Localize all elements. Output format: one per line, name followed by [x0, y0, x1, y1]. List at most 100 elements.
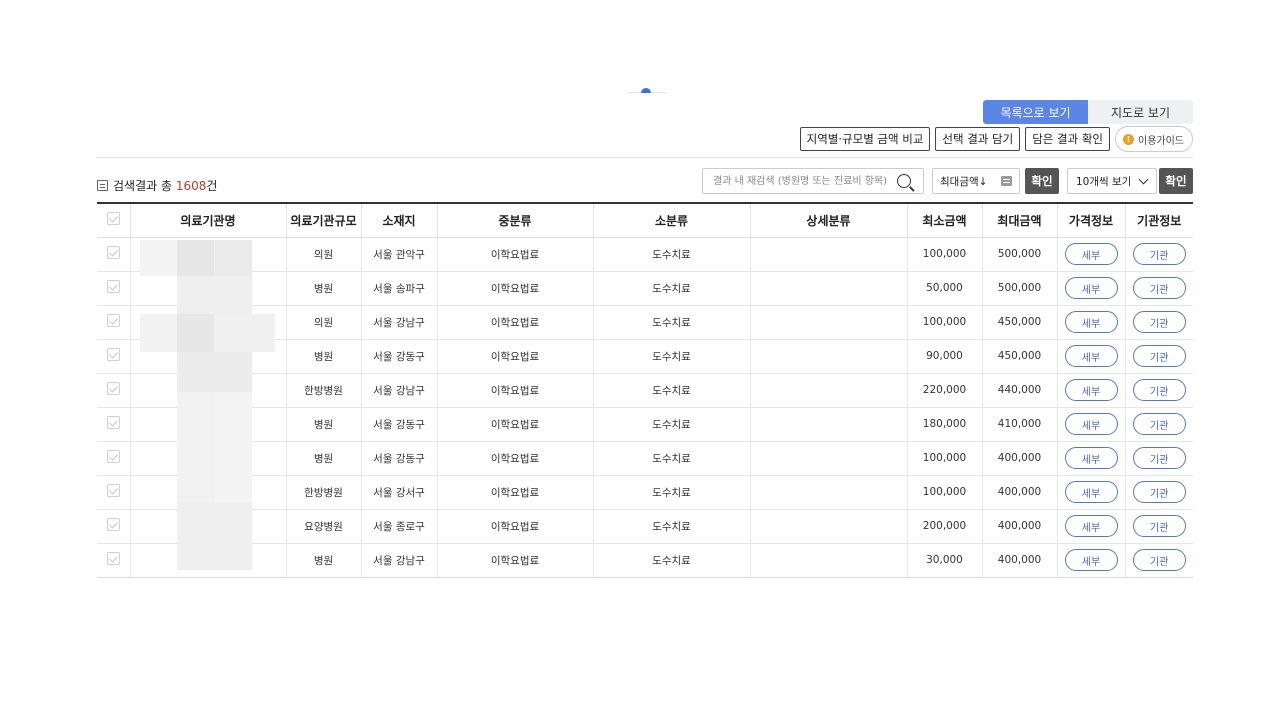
org-button[interactable]: 기관: [1132, 481, 1186, 503]
check-saved-button[interactable]: 담은 결과 확인: [1025, 127, 1110, 151]
row-checkbox[interactable]: [106, 518, 120, 531]
detail-button[interactable]: 세부: [1064, 481, 1118, 503]
guide-button[interactable]: ! 이용가이드: [1115, 126, 1193, 152]
info-icon: !: [1123, 133, 1134, 145]
org-button[interactable]: 기관: [1132, 379, 1186, 401]
cell-name[interactable]: [129, 271, 286, 306]
org-info-cell: 기관: [1124, 543, 1193, 578]
cell-name[interactable]: [129, 373, 286, 408]
detail-button[interactable]: 세부: [1064, 447, 1118, 469]
row-checkbox[interactable]: [106, 314, 120, 327]
row-checkbox-cell: [97, 373, 130, 408]
org-button[interactable]: 기관: [1132, 515, 1186, 537]
detail-button[interactable]: 세부: [1064, 277, 1118, 299]
cell-name[interactable]: [129, 407, 286, 442]
cell-sub: 도수치료: [592, 475, 750, 510]
price-info-cell: 세부: [1056, 373, 1125, 408]
cell-max: 400,000: [981, 543, 1057, 578]
sort-confirm-button[interactable]: 확인: [1025, 168, 1059, 194]
cell-mid: 이학요법료: [436, 339, 593, 374]
loading-dot-icon: [641, 88, 651, 93]
action-bar: 지역별·규모별 금액 비교 선택 결과 담기 담은 결과 확인 ! 이용가이드: [799, 126, 1193, 152]
cell-detail: [749, 305, 907, 340]
row-checkbox-cell: [97, 441, 130, 476]
cell-mid: 이학요법료: [436, 509, 593, 544]
save-selection-button[interactable]: 선택 결과 담기: [935, 127, 1021, 151]
row-checkbox[interactable]: [106, 450, 120, 463]
detail-button[interactable]: 세부: [1064, 515, 1118, 537]
cell-name[interactable]: [129, 475, 286, 510]
cell-name[interactable]: [129, 441, 286, 476]
cell-name[interactable]: [129, 509, 286, 544]
map-view-button[interactable]: 지도로 보기: [1088, 100, 1193, 124]
row-checkbox[interactable]: [106, 416, 120, 429]
sort-select[interactable]: 최대금액↓: [932, 168, 1020, 194]
cell-scale: 한방병원: [285, 373, 361, 408]
table-row: 병원 서울 강동구 이학요법료 도수치료 180,000 410,000 세부 기관: [97, 407, 1193, 442]
cell-location: 서울 송파구: [360, 271, 437, 306]
org-button[interactable]: 기관: [1132, 447, 1186, 469]
perpage-value: 10개씩 보기: [1076, 175, 1132, 188]
cell-scale: 병원: [285, 271, 361, 306]
org-button[interactable]: 기관: [1132, 413, 1186, 435]
cell-scale: 의원: [285, 305, 361, 340]
cell-sub: 도수치료: [592, 373, 750, 408]
cell-detail: [749, 271, 907, 306]
cell-detail: [749, 441, 907, 476]
org-info-cell: 기관: [1124, 509, 1193, 544]
detail-button[interactable]: 세부: [1064, 311, 1118, 333]
price-info-cell: 세부: [1056, 543, 1125, 578]
cell-location: 서울 강서구: [360, 475, 437, 510]
org-info-cell: 기관: [1124, 305, 1193, 340]
checkbox-icon[interactable]: [106, 212, 120, 226]
org-button[interactable]: 기관: [1132, 345, 1186, 367]
detail-button[interactable]: 세부: [1064, 549, 1118, 571]
cell-min: 100,000: [906, 475, 982, 510]
cell-max: 450,000: [981, 339, 1057, 374]
row-checkbox-cell: [97, 271, 130, 306]
price-info-cell: 세부: [1056, 305, 1125, 340]
cell-sub: 도수치료: [592, 509, 750, 544]
select-all-checkbox[interactable]: [97, 203, 130, 238]
cell-mid: 이학요법료: [436, 543, 593, 578]
row-checkbox[interactable]: [106, 552, 120, 565]
compare-button[interactable]: 지역별·규모별 금액 비교: [799, 127, 931, 151]
table-row: 한방병원 서울 강남구 이학요법료 도수치료 220,000 440,000 세부 기관: [97, 373, 1193, 408]
row-checkbox[interactable]: [106, 348, 120, 361]
detail-button[interactable]: 세부: [1064, 243, 1118, 265]
detail-button[interactable]: 세부: [1064, 413, 1118, 435]
org-button[interactable]: 기관: [1132, 549, 1186, 571]
cell-detail: [749, 373, 907, 408]
cell-name[interactable]: [129, 237, 286, 272]
cell-min: 90,000: [906, 339, 982, 374]
detail-button[interactable]: 세부: [1064, 379, 1118, 401]
cell-max: 440,000: [981, 373, 1057, 408]
perpage-confirm-button[interactable]: 확인: [1159, 168, 1193, 194]
cell-name[interactable]: [129, 543, 286, 578]
cell-name[interactable]: [129, 339, 286, 374]
cell-min: 180,000: [906, 407, 982, 442]
org-button[interactable]: 기관: [1132, 277, 1186, 299]
cell-scale: 한방병원: [285, 475, 361, 510]
re-search-input[interactable]: [711, 174, 897, 188]
detail-button[interactable]: 세부: [1064, 345, 1118, 367]
view-toggle: 목록으로 보기 지도로 보기: [983, 100, 1193, 124]
search-icon[interactable]: [897, 174, 911, 188]
document-icon: [97, 180, 108, 191]
table-row: 요양병원 서울 종로구 이학요법료 도수치료 200,000 400,000 세부 기관: [97, 509, 1193, 544]
chevron-down-icon: [1138, 174, 1149, 184]
cell-name[interactable]: [129, 305, 286, 340]
row-checkbox[interactable]: [106, 246, 120, 259]
cell-sub: 도수치료: [592, 441, 750, 476]
org-button[interactable]: 기관: [1132, 243, 1186, 265]
perpage-select[interactable]: 10개씩 보기: [1067, 168, 1157, 194]
org-info-cell: 기관: [1124, 475, 1193, 510]
org-button[interactable]: 기관: [1132, 311, 1186, 333]
row-checkbox[interactable]: [106, 280, 120, 293]
row-checkbox[interactable]: [106, 382, 120, 395]
cell-scale: 병원: [285, 339, 361, 374]
org-info-cell: 기관: [1124, 271, 1193, 306]
list-view-button[interactable]: 목록으로 보기: [983, 100, 1088, 124]
result-count: 검색결과 총 1608건: [97, 177, 217, 194]
row-checkbox[interactable]: [106, 484, 120, 497]
